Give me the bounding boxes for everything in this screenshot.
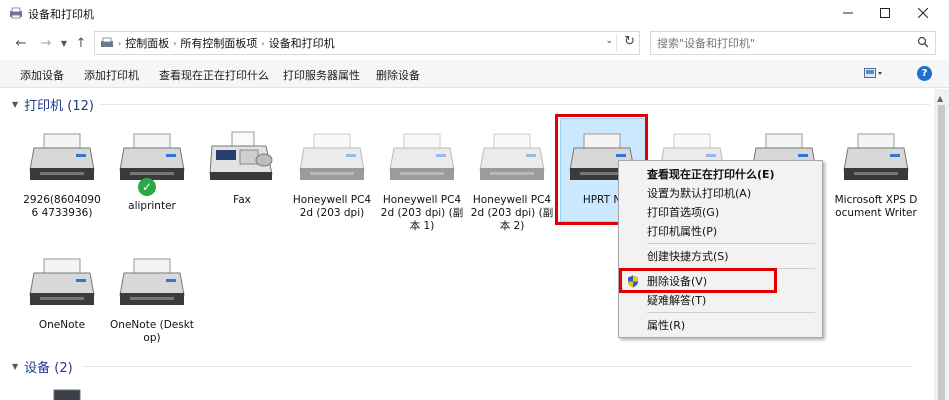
search-input[interactable] — [657, 36, 907, 50]
breadcrumb-separator-icon[interactable]: › — [261, 39, 264, 48]
printer-label: Microsoft XPS Document Writer — [834, 194, 918, 219]
menu-item-printer-properties[interactable]: 打印机属性(P) — [619, 222, 822, 241]
menu-item-see-whats-printing[interactable]: 查看现在正在打印什么(E) — [619, 165, 822, 184]
help-button[interactable]: ? — [917, 66, 932, 81]
printer-label: OneNote (Desktop) — [110, 319, 194, 344]
printer-item[interactable]: Honeywell PC42d (203 dpi) — [290, 130, 374, 220]
breadcrumb-separator-icon[interactable]: › — [173, 39, 176, 48]
printer-icon — [476, 130, 548, 188]
scroll-up-icon[interactable]: ▲ — [937, 94, 943, 103]
maximize-icon — [880, 8, 890, 18]
devices-group-title: 设备 (2) — [24, 361, 73, 376]
back-button[interactable]: ← — [12, 34, 30, 52]
default-printer-checkmark-icon: ✓ — [138, 178, 156, 196]
printers-group-header[interactable]: ▼ 打印机 (12) — [12, 95, 932, 114]
printer-label: 2926(86040906 4733936) — [23, 194, 101, 219]
printer-icon — [116, 255, 188, 313]
devices-group-header[interactable]: ▼ 设备 (2) — [12, 357, 932, 376]
menu-item-properties[interactable]: 属性(R) — [619, 316, 822, 335]
printer-item[interactable]: Microsoft XPS Document Writer — [834, 130, 918, 220]
search-box[interactable] — [650, 31, 936, 55]
collapse-chevron-icon[interactable]: ▼ — [12, 362, 18, 371]
printer-icon: ✓ — [116, 130, 188, 196]
printer-item[interactable]: OneNote (Desktop) — [110, 255, 194, 345]
devices-printers-icon — [10, 7, 22, 19]
menu-item-set-default-printer[interactable]: 设置为默认打印机(A) — [619, 184, 822, 203]
refresh-icon[interactable]: ↻ — [624, 34, 635, 49]
title-bar: 设备和打印机 — [0, 0, 949, 28]
recent-locations-button[interactable]: ▼ — [58, 34, 70, 52]
arrow-right-icon: → — [40, 35, 52, 51]
printer-label: Honeywell PC42d (203 dpi) (副本 2) — [470, 194, 554, 232]
close-button[interactable] — [904, 0, 942, 26]
printer-item[interactable]: ✓ aliprinter — [110, 130, 194, 213]
breadcrumb-devices-printers[interactable]: 设备和打印机 — [269, 35, 335, 51]
close-icon — [918, 8, 928, 18]
menu-item-create-shortcut[interactable]: 创建快捷方式(S) — [619, 247, 822, 266]
change-view-icon[interactable] — [864, 68, 884, 80]
printer-item[interactable]: 2926(86040906 4733936) — [20, 130, 104, 220]
menu-separator — [647, 243, 815, 244]
printer-label: OneNote — [38, 319, 86, 331]
add-printer-button[interactable]: 添加打印机 — [84, 67, 139, 83]
context-menu: 查看现在正在打印什么(E) 设置为默认打印机(A) 打印首选项(G) 打印机属性… — [618, 160, 823, 338]
add-device-button[interactable]: 添加设备 — [20, 67, 64, 83]
printer-icon — [26, 255, 98, 313]
address-bar[interactable]: › 控制面板 › 所有控制面板项 › 设备和打印机 ⌄ ↻ — [94, 31, 640, 55]
printer-label: Honeywell PC42d (203 dpi) (副本 1) — [380, 194, 464, 232]
command-bar: 添加设备 添加打印机 查看现在正在打印什么 打印服务器属性 删除设备 ? — [0, 60, 949, 88]
see-whats-printing-button[interactable]: 查看现在正在打印什么 — [159, 67, 269, 83]
printer-icon — [296, 130, 368, 188]
up-button[interactable]: ↑ — [72, 34, 90, 52]
remove-device-button[interactable]: 删除设备 — [376, 67, 420, 83]
printer-label: Fax — [233, 194, 251, 206]
group-divider — [100, 104, 930, 105]
printer-icon — [26, 130, 98, 188]
collapse-chevron-icon[interactable]: ▼ — [12, 100, 18, 109]
monitor-icon — [53, 389, 81, 400]
printer-label: aliprinter — [128, 200, 176, 212]
printer-icon — [386, 130, 458, 188]
minimize-icon — [843, 12, 853, 14]
fax-icon — [206, 130, 278, 188]
arrow-left-icon: ← — [15, 35, 27, 51]
address-divider — [616, 34, 617, 52]
chevron-down-icon: ▼ — [60, 38, 68, 48]
printer-item[interactable]: OneNote — [20, 255, 104, 332]
arrow-up-icon: ↑ — [75, 35, 87, 51]
printers-group-title: 打印机 (12) — [24, 99, 94, 114]
address-dropdown-icon[interactable]: ⌄ — [605, 36, 613, 46]
print-server-properties-button[interactable]: 打印服务器属性 — [283, 67, 360, 83]
window-title: 设备和打印机 — [28, 8, 94, 21]
forward-button[interactable]: → — [37, 34, 55, 52]
vertical-scrollbar[interactable]: ▲ — [934, 89, 949, 400]
menu-item-printing-preferences[interactable]: 打印首选项(G) — [619, 203, 822, 222]
breadcrumb-separator-icon: › — [118, 38, 122, 48]
printer-item[interactable]: Fax — [200, 130, 284, 207]
scrollbar-thumb[interactable] — [938, 105, 945, 400]
minimize-button[interactable] — [829, 0, 867, 26]
address-row: ← → ▼ ↑ › 控制面板 › 所有控制面板项 › 设备和打印机 ⌄ ↻ — [0, 28, 949, 58]
menu-separator — [647, 312, 815, 313]
annotation-highlight-remove-device — [619, 268, 777, 293]
printer-label: Honeywell PC42d (203 dpi) — [292, 194, 372, 219]
breadcrumb-control-panel[interactable]: 控制面板 — [125, 35, 169, 51]
maximize-button[interactable] — [866, 0, 904, 26]
printer-item[interactable]: Honeywell PC42d (203 dpi) (副本 2) — [470, 130, 554, 233]
search-icon[interactable] — [917, 36, 929, 48]
group-divider — [82, 366, 912, 367]
printer-icon — [840, 130, 912, 188]
printer-item[interactable]: Honeywell PC42d (203 dpi) (副本 1) — [380, 130, 464, 233]
breadcrumb-all-items[interactable]: 所有控制面板项 — [180, 35, 257, 51]
menu-item-troubleshoot[interactable]: 疑难解答(T) — [619, 291, 822, 310]
control-panel-icon — [101, 37, 113, 47]
